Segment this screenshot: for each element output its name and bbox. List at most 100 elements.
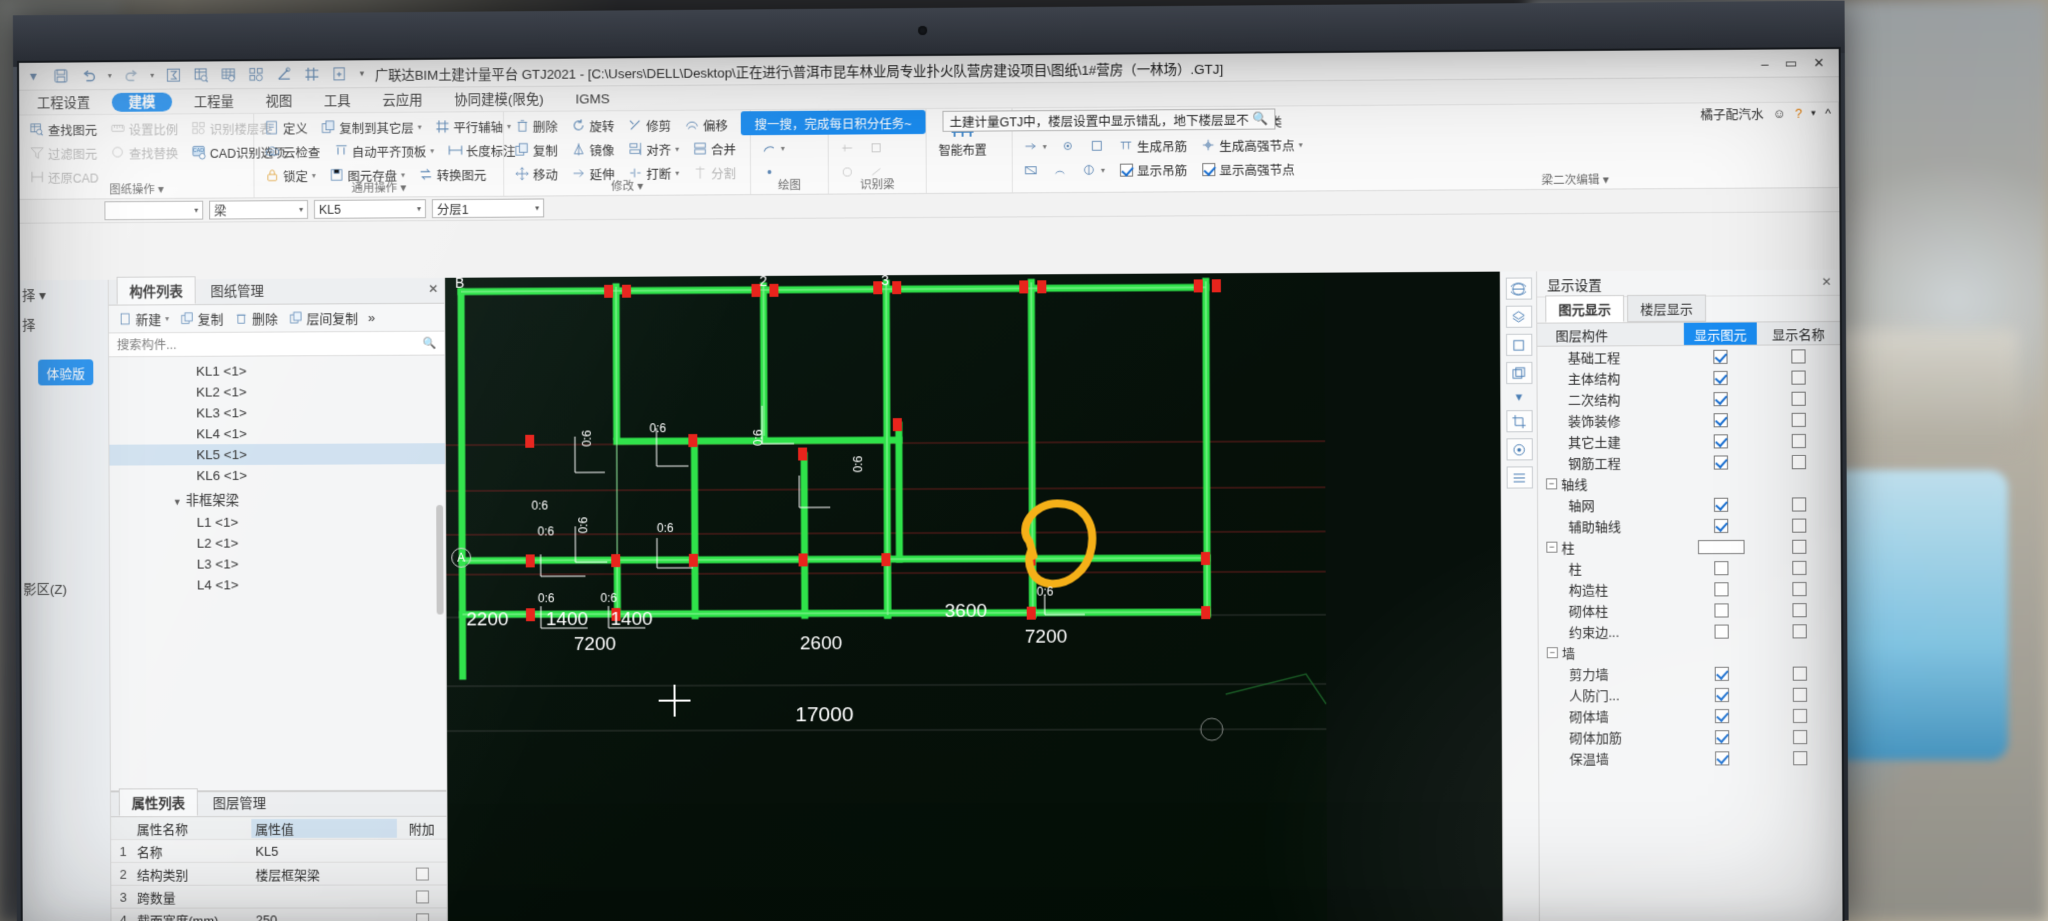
column-grid-icon[interactable] [301,64,322,84]
tab-component-list[interactable]: 构件列表 [116,276,196,305]
component-tree[interactable]: KL1 <1> KL2 <1> KL3 <1> KL4 <1> KL5 <1> … [109,356,446,791]
undo-caret-icon[interactable]: ▾ [106,66,114,86]
generate-node-button[interactable]: 生成高强节点 ▾ [1195,134,1308,156]
tab-drawing-manager[interactable]: 图纸管理 [198,276,277,304]
close-button[interactable]: ✕ [1813,55,1824,71]
show-hanger-checkbox[interactable]: 显示吊筋 [1113,159,1192,181]
chevron-down-icon[interactable]: ▾ [401,170,405,179]
checkbox-checked-icon[interactable] [1713,349,1728,364]
ds-row-constraint-edge[interactable]: 约束边... [1539,620,1842,642]
list-icon[interactable] [1506,466,1533,489]
filter-element-button[interactable]: 过滤图元 [24,142,102,163]
tree-item-kl2[interactable]: KL2 <1> [109,380,445,403]
chevron-down-icon[interactable]: ▾ [430,146,434,155]
layers-icon[interactable] [1505,305,1532,328]
checkbox-icon[interactable] [1792,687,1808,702]
chevron-down-icon[interactable]: ▾ [194,206,198,215]
chevron-down-icon[interactable]: ▾ [1506,389,1532,404]
cad-view-toolbar[interactable]: ▾ [1499,271,1539,921]
ribbon-top-right[interactable]: 橘子配汽水 ☺ ? ▾ ^ [1700,103,1830,123]
generate-hanger-button[interactable]: 生成吊筋 [1113,135,1192,157]
define-button[interactable]: 定义 [259,117,313,138]
mirror-button[interactable]: 镜像 [566,139,620,160]
chevron-down-icon[interactable]: ▾ [418,122,422,131]
ds-row-other-civil[interactable]: 其它土建 [1538,430,1841,452]
tab-floor-display[interactable]: 楼层显示 [1627,294,1707,323]
maximize-button[interactable]: ▭ [1785,55,1798,71]
ds-row-masonry-rebar[interactable]: 砌体加筋 [1539,726,1842,748]
quick-access-toolbar[interactable]: ▾ ▾ ▾ ▾ [23,64,367,86]
search-icon[interactable]: 🔍 [423,337,437,350]
notice-bar[interactable]: 土建计量GTJ中，楼层设置中显示错乱，地下楼层显不 🔍 [942,108,1276,132]
tab-project-settings[interactable]: 工程设置 [21,90,106,115]
ds-group-wall[interactable]: − 墙 [1539,641,1842,663]
rotate-button[interactable]: 旋转 [566,115,620,136]
search-input[interactable] [116,336,423,352]
copy-between-layers-button[interactable]: 层间复制 [288,308,358,327]
checkbox-checked-icon[interactable] [1714,518,1729,533]
overflow-button[interactable]: » [368,310,375,325]
globe-icon[interactable] [1505,277,1532,300]
checkbox-icon[interactable] [415,912,429,921]
daily-task-search-banner[interactable]: 搜一搜，完成每日积分任务~ [740,109,926,136]
smile-icon[interactable]: ☺ [1773,106,1786,120]
checkbox-checked-icon[interactable] [1713,391,1728,406]
row-extra[interactable] [397,889,447,903]
checkbox-checked-icon[interactable] [1713,454,1729,470]
tree-item-kl5[interactable]: KL5 <1> [109,443,445,466]
checkbox-icon[interactable] [1791,348,1806,364]
ds-row-masonry-wall[interactable]: 砌体墙 [1539,705,1842,727]
more-caret-icon[interactable]: ▾ [1811,108,1816,119]
layer-combo[interactable]: 分层1 ▾ [431,198,545,219]
component-search[interactable]: 🔍 [108,331,445,358]
sum-icon[interactable] [163,65,184,85]
show-node-checkbox[interactable]: 显示高强节点 [1195,158,1300,180]
copy-component-button[interactable]: 复制 [179,309,224,328]
component-toolbar[interactable]: 新建 ▾ 复制 删除 层间复制 » [108,303,445,334]
chevron-down-icon[interactable]: ▾ [165,314,169,323]
ds-row-aux-axis[interactable]: 辅助轴线 [1538,514,1841,536]
ds-row-insulation-wall[interactable]: 保温墙 [1539,747,1842,769]
chevron-down-icon[interactable]: ▾ [1101,165,1105,174]
set-scale-button[interactable]: 设置比例 [105,118,183,139]
property-row[interactable]: 2 结构类别 楼层框架梁 [111,862,447,886]
chevron-down-icon[interactable]: ▾ [417,204,421,213]
tab-tools[interactable]: 工具 [308,88,367,113]
row-value[interactable]: 250 [252,912,398,921]
chevron-down-icon[interactable]: ▼ [173,497,182,507]
collapse-icon[interactable]: − [1546,478,1558,490]
checkbox-icon[interactable] [1791,433,1806,448]
checkbox-checked-icon[interactable] [1714,708,1730,723]
checkbox-icon[interactable] [1792,560,1807,575]
tab-collab-modeling[interactable]: 协同建模(限免) [438,86,559,112]
trial-badge[interactable]: 体验版 [38,359,94,386]
crop-icon[interactable] [1505,410,1533,433]
save-icon[interactable] [51,66,72,86]
rail-select-label-1[interactable]: 择 ▾ [20,284,109,304]
checkbox-icon[interactable] [1791,496,1807,512]
component-combo[interactable]: KL5 ▾ [313,199,427,219]
component-panel-tabs[interactable]: 构件列表 图纸管理 ✕ [108,276,445,306]
tree-group-non-frame-beam[interactable]: ▼ 非框架梁 [110,485,446,512]
tree-item-kl6[interactable]: KL6 <1> [109,464,445,486]
row-value[interactable]: KL5 [251,843,397,858]
rail-select-label-2[interactable]: 择 [20,314,109,334]
property-row[interactable]: 4 截面宽度(mm) 250 [111,908,447,921]
checkbox-icon[interactable] [1714,581,1729,596]
offset-button[interactable]: 偏移 [679,114,733,135]
ds-row-rebar[interactable]: 钢筋工程 [1538,451,1841,473]
property-row[interactable]: 1 名称 KL5 [111,839,447,863]
checkbox-checked-icon[interactable] [1714,666,1729,681]
checkbox-icon[interactable] [1792,518,1807,533]
ds-row-column[interactable]: 柱 [1538,557,1841,579]
redo-caret-icon[interactable]: ▾ [148,65,156,85]
add-document-icon[interactable] [329,64,350,84]
checkbox-checked-icon[interactable] [1713,412,1728,427]
beam-b-button[interactable] [834,138,860,156]
row-extra[interactable] [397,912,447,921]
search-icon[interactable]: 🔍 [1253,112,1269,127]
copy-button[interactable]: 复制 [509,139,563,160]
beam-z-button[interactable]: ▾ [1076,161,1110,179]
checkbox-icon[interactable] [1792,666,1807,681]
undo-icon[interactable] [78,66,99,86]
